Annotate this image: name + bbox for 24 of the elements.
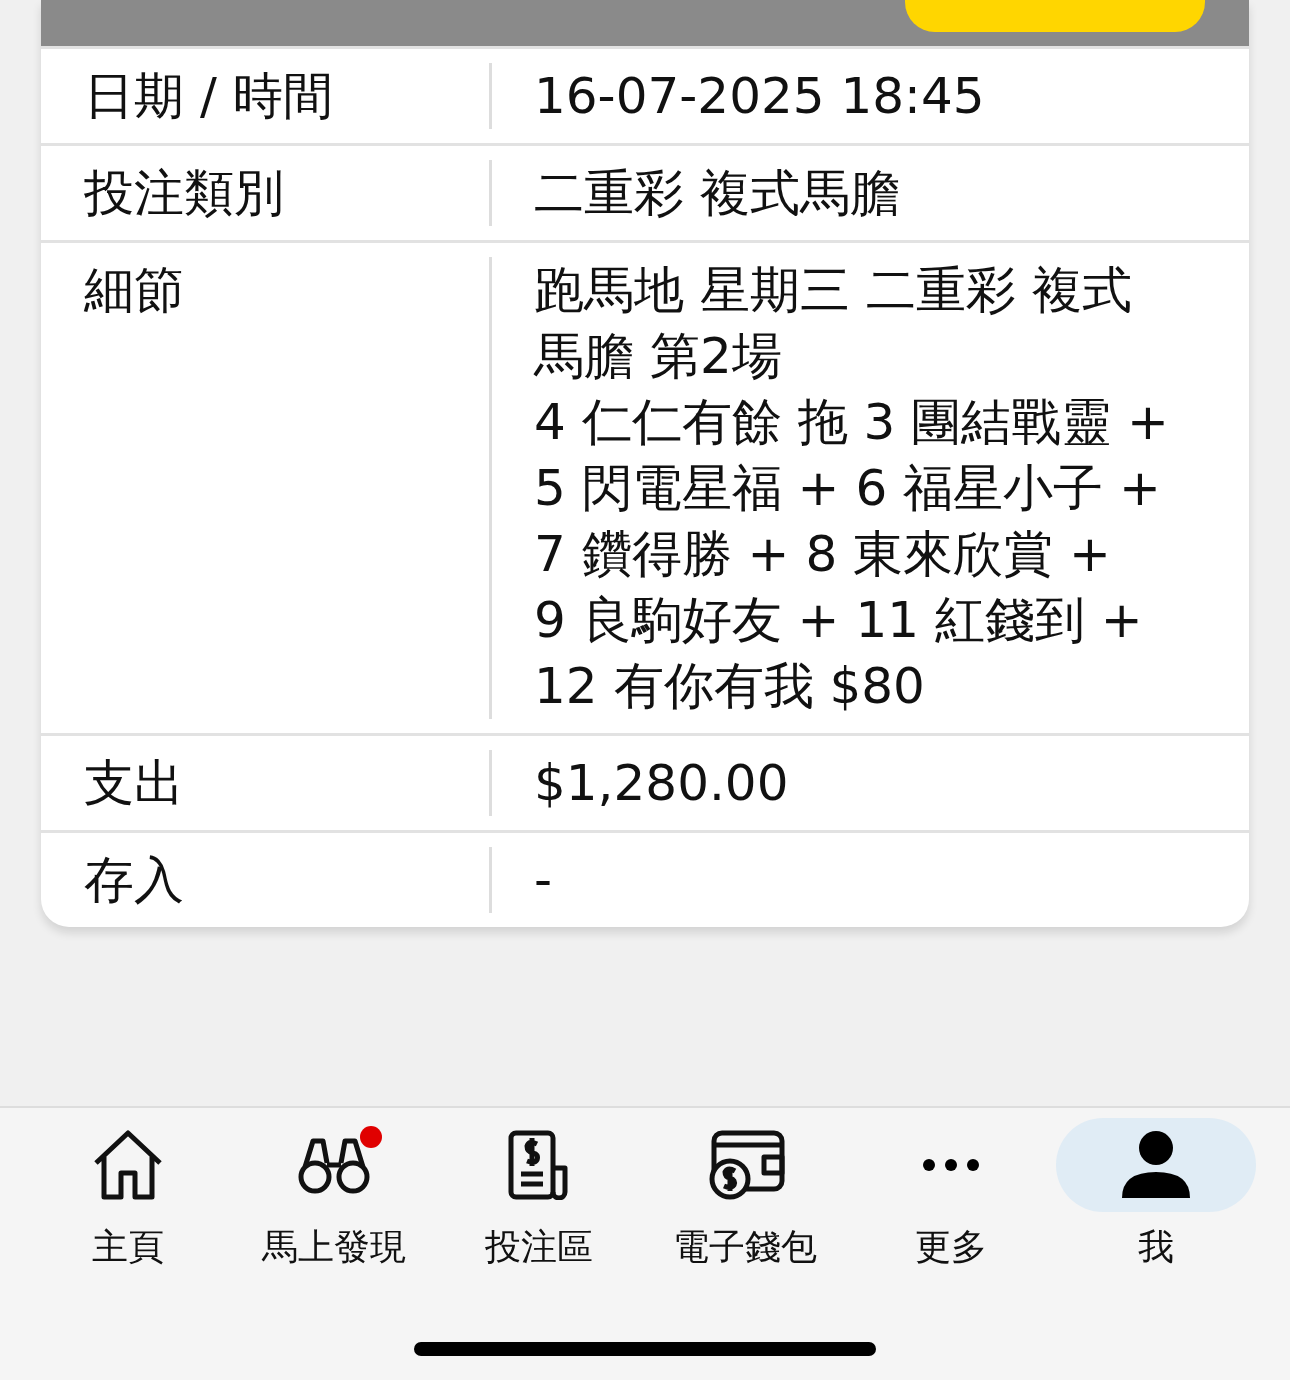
- person-icon: [1120, 1130, 1193, 1200]
- field-value: 7 鑽得勝 + 8 東來欣賞 +: [534, 524, 1111, 585]
- field-value: $1,280.00: [534, 753, 789, 814]
- field-label: 支出: [84, 753, 184, 814]
- field-label: 細節: [84, 260, 184, 321]
- action-button[interactable]: [905, 0, 1205, 32]
- field-value: 跑馬地 星期三 二重彩 複式: [534, 260, 1132, 321]
- field-value: -: [534, 850, 553, 911]
- field-label: 日期 / 時間: [84, 66, 333, 127]
- field-value: 16-07-2025 18:45: [534, 66, 985, 127]
- tab-item[interactable]: 更多: [847, 1118, 1054, 1274]
- tab-item[interactable]: 投注區: [436, 1118, 642, 1274]
- field-value: 4 仁仁有餘 拖 3 團結戰靈 +: [534, 392, 1169, 453]
- tab-item[interactable]: 馬上發現: [230, 1118, 437, 1274]
- field-label: 存入: [84, 850, 184, 911]
- field-value: 12 有你有我 $80: [534, 656, 925, 717]
- field-value: 5 閃電星福 + 6 福星小子 +: [534, 458, 1161, 519]
- tab-item[interactable]: 主頁: [25, 1118, 231, 1274]
- field-value: 馬膽 第2場: [534, 326, 782, 387]
- tab-item[interactable]: 電子錢包: [642, 1118, 848, 1274]
- field-value: 9 良駒好友 + 11 紅錢到 +: [534, 590, 1143, 651]
- field-value: 二重彩 複式馬膽: [534, 163, 900, 224]
- field-label: 投注類別: [84, 163, 284, 224]
- more-icon: [921, 1158, 980, 1172]
